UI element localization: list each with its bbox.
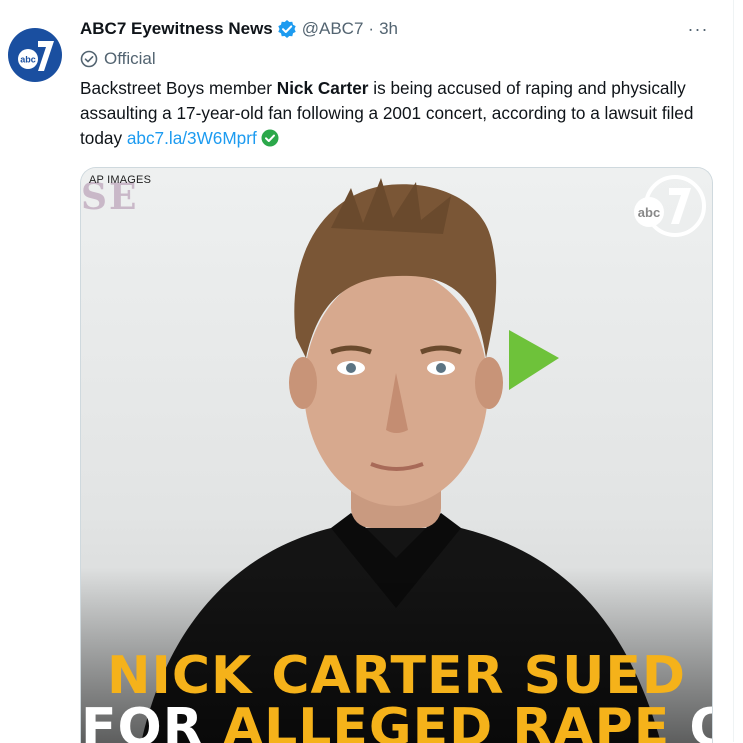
tweet-image[interactable]: SE AP IMAGES abc NICK CARTER SUED FOR AL…: [80, 167, 713, 743]
more-options-icon[interactable]: ···: [687, 18, 709, 40]
abc7-watermark-icon: abc: [627, 174, 707, 238]
headline-part-c: OF: [670, 698, 712, 743]
verified-badge-icon: [277, 19, 297, 39]
tweet-text-part1: Backstreet Boys member: [80, 78, 277, 98]
tweet-text-bold: Nick Carter: [276, 78, 369, 98]
headline-part-a: FOR: [81, 698, 223, 743]
headline-line-1: NICK CARTER SUED: [106, 646, 687, 706]
tweet-card[interactable]: abc ABC7 Eyewitness News @ABC7 · 3h ··· …: [0, 0, 734, 743]
check-circle-icon: [261, 129, 279, 147]
tweet-header: ABC7 Eyewitness News @ABC7 · 3h: [80, 16, 398, 42]
official-text: Official: [104, 49, 156, 68]
separator-dot: ·: [368, 19, 375, 38]
photo-credit: AP IMAGES: [89, 174, 152, 186]
tweet-link[interactable]: abc7.la/3W6Mprf: [127, 128, 257, 148]
tweet-text: Backstreet Boys member Nick Carter is be…: [80, 76, 710, 151]
official-label: Official: [80, 48, 156, 70]
author-name[interactable]: ABC7 Eyewitness News: [80, 19, 273, 39]
svg-text:abc: abc: [638, 205, 660, 220]
svg-text:abc: abc: [20, 55, 36, 65]
headline-line-2: FOR ALLEGED RAPE OF: [81, 698, 712, 743]
author-handle[interactable]: @ABC7: [302, 19, 364, 39]
official-check-icon: [80, 50, 98, 68]
headline-part-b: ALLEGED RAPE: [222, 698, 671, 743]
tweet-timestamp[interactable]: 3h: [379, 19, 398, 39]
abc7-logo-icon[interactable]: abc: [6, 26, 64, 84]
